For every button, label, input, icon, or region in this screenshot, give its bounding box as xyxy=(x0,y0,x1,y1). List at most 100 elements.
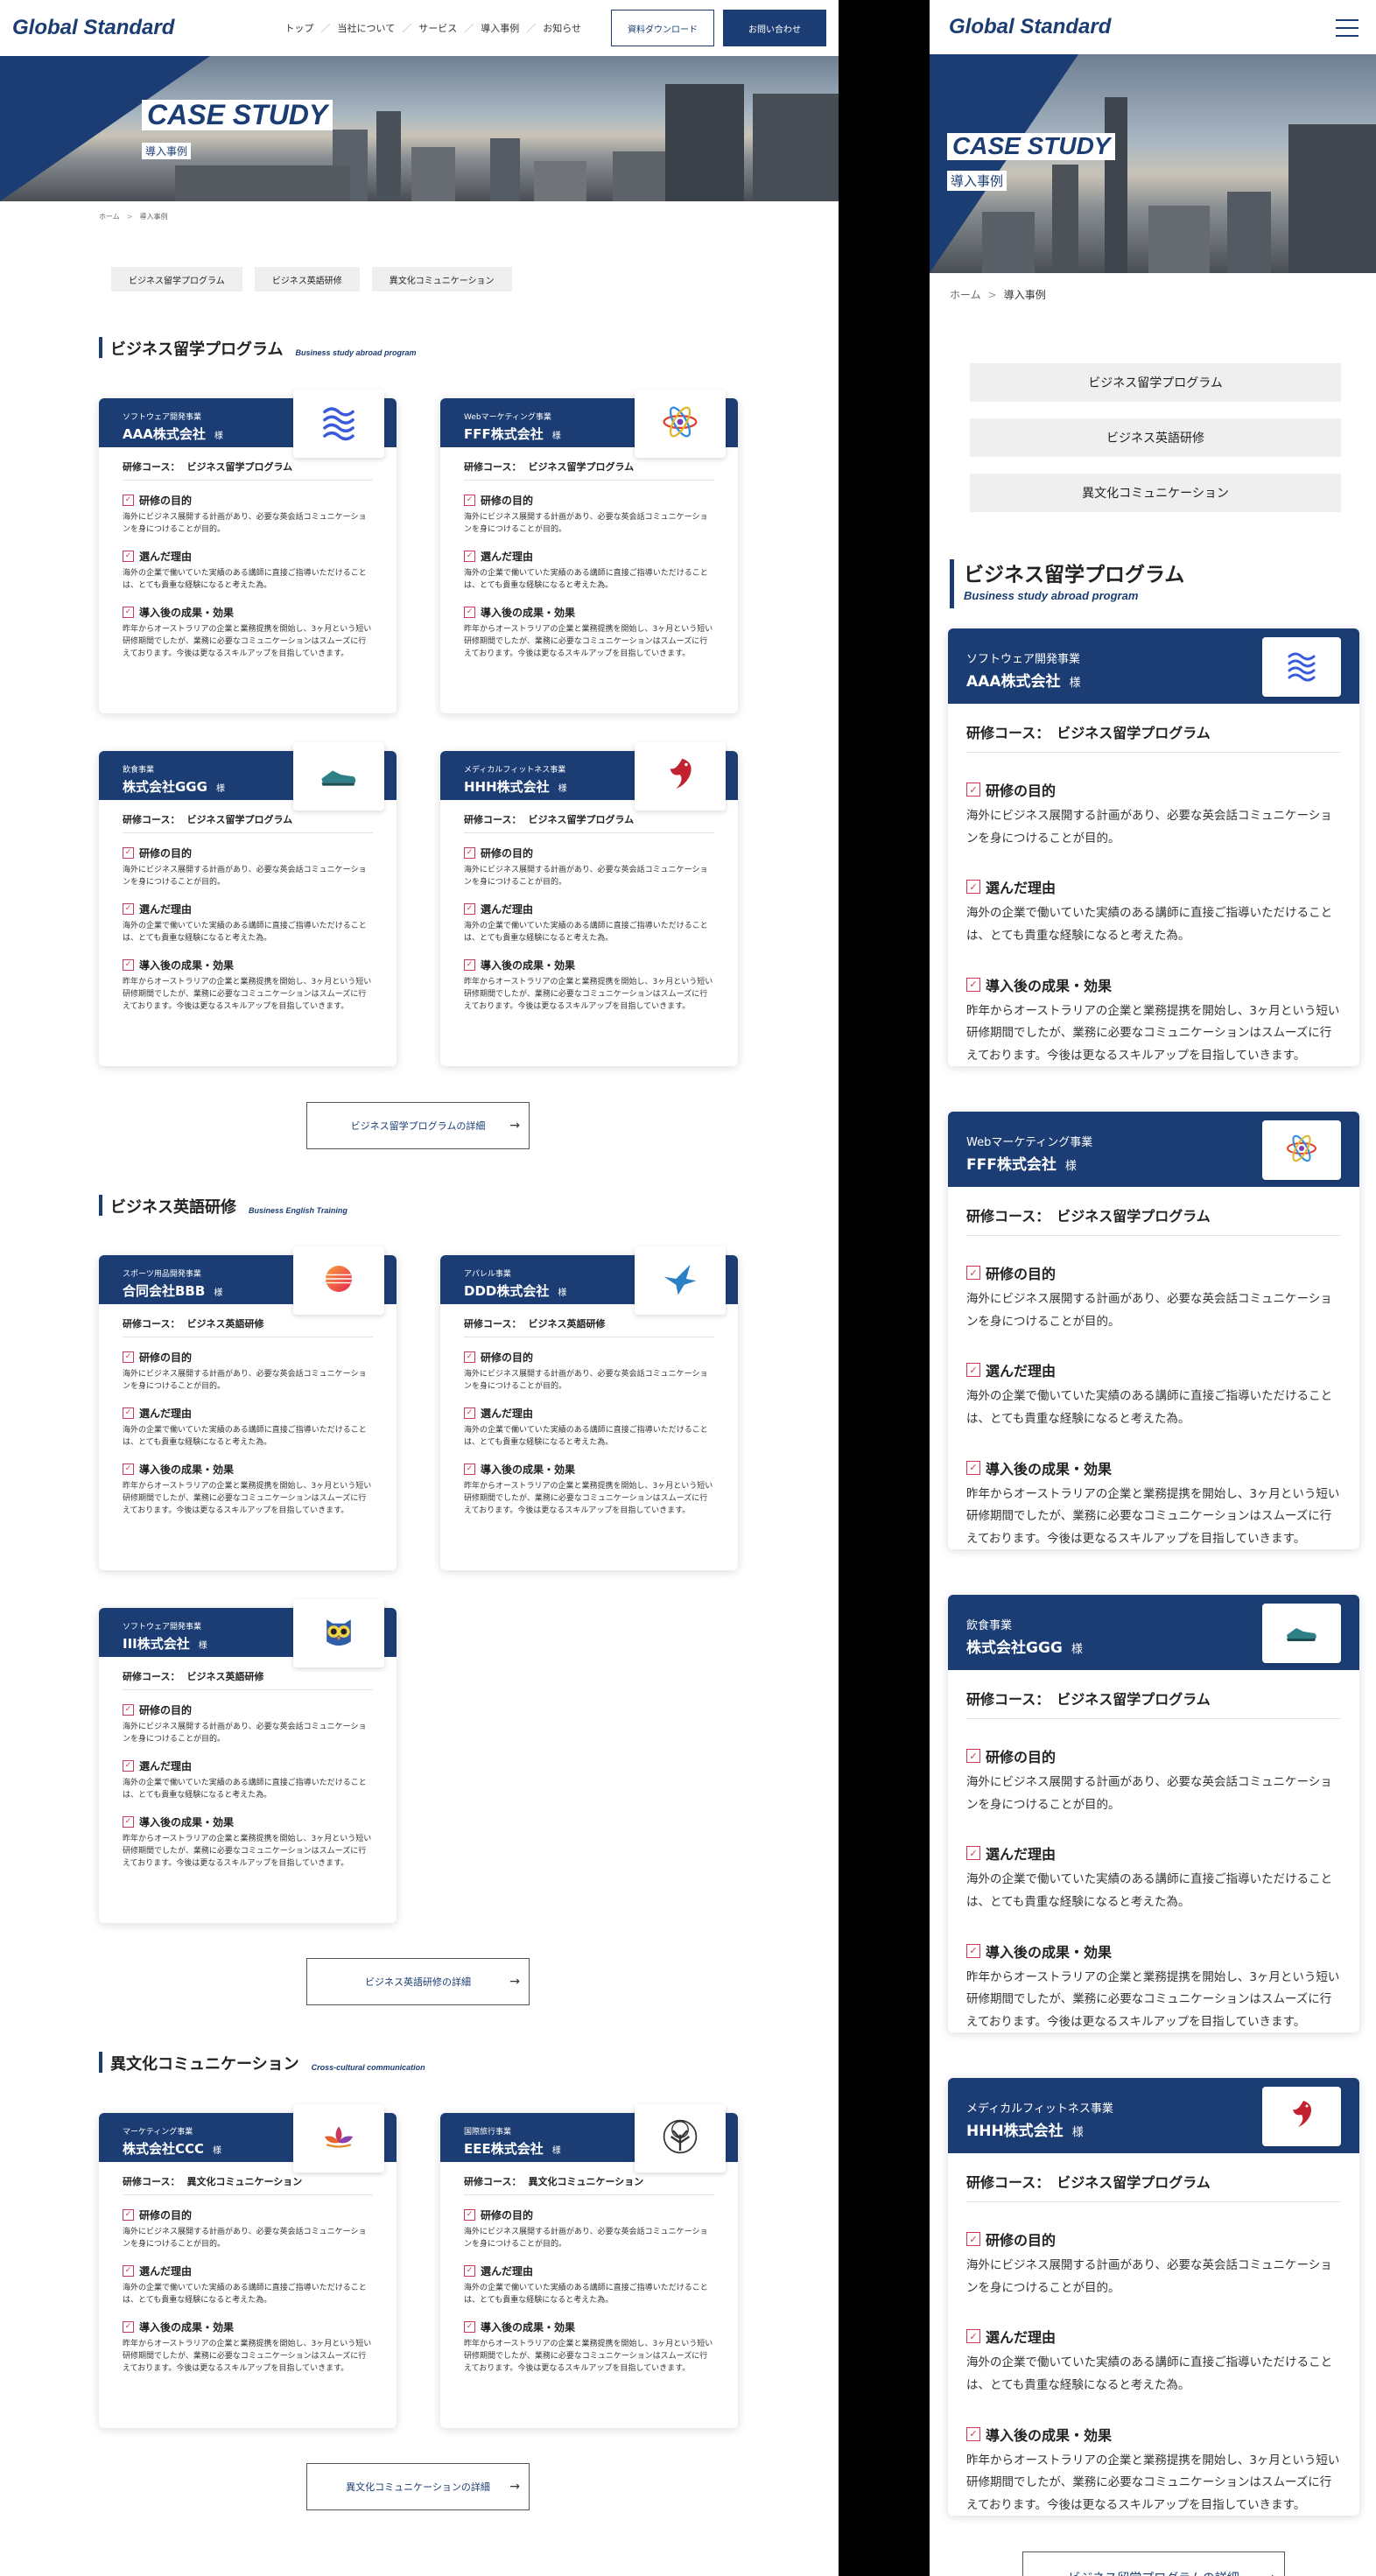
case-card[interactable]: 飲食事業 株式会社GGG 様 研修コース： ビジネス留学プログラム ✓ 研修の目的 海… xyxy=(99,742,397,1066)
checkbox-icon: ✓ xyxy=(123,550,134,562)
card-honorific: 様 xyxy=(198,1641,207,1651)
reason-label: 選んだ理由 xyxy=(986,880,1057,897)
case-card[interactable]: ソフトウェア開発事業 AAA株式会社様 研修コース： ビジネス留学プログラム ✓ 研… xyxy=(948,628,1359,1066)
case-card[interactable]: ソフトウェア開発事業 III株式会社様 研修コース： ビジネス英語研修 ✓ 研修の目… xyxy=(99,1599,397,1923)
result-heading: ✓ 導入後の成果・効果 xyxy=(123,958,373,972)
case-card[interactable]: 国際旅行事業 EEE株式会社様 研修コース： 異文化コミュニケーション ✓ 研修の目… xyxy=(440,2104,738,2428)
checkbox-icon: ✓ xyxy=(966,1363,980,1378)
course-name: ビジネス留学プログラム xyxy=(528,461,635,473)
course-name: ビジネス留学プログラム xyxy=(186,814,293,825)
case-card[interactable]: Webマーケティング事業 FFF株式会社様 研修コース： ビジネス留学プログラム … xyxy=(440,390,738,713)
purpose-heading: ✓ 研修の目的 xyxy=(123,846,373,860)
card-body: 研修コース： ビジネス英語研修 ✓ 研修の目的 海外にビジネス展開する計画があり、必… xyxy=(99,1657,397,1871)
checkbox-icon: ✓ xyxy=(966,783,980,797)
case-card[interactable]: アパレル事業 DDD株式会社様 研修コース： ビジネス英語研修 ✓ 研修の目的 海外… xyxy=(440,1246,738,1570)
course-name: ビジネス英語研修 xyxy=(186,1318,264,1330)
checkbox-icon: ✓ xyxy=(966,977,980,992)
reason-heading: ✓ 選んだ理由 xyxy=(464,549,714,564)
section-detail-button[interactable]: 異文化コミュニケーションの詳細 → xyxy=(306,2463,530,2510)
card-honorific: 様 xyxy=(1069,677,1081,690)
result-heading: ✓ 導入後の成果・効果 xyxy=(464,1462,714,1477)
checkbox-icon: ✓ xyxy=(464,2209,475,2221)
purpose-label: 研修の目的 xyxy=(139,1351,193,1364)
course-label: 研修コース： xyxy=(123,1671,180,1682)
section-heading: ビジネス英語研修 Business English Training xyxy=(99,1195,348,1218)
reason-text: 海外の企業で働いていた実績のある講師に直接ご指導いただけることは、とても貴重な経… xyxy=(123,1778,367,1800)
dragon-logo-icon xyxy=(660,755,700,798)
case-card[interactable]: Webマーケティング事業 FFF株式会社様 研修コース： ビジネス留学プログラム … xyxy=(948,1112,1359,1549)
case-card[interactable]: ソフトウェア開発事業 AAA株式会社様 研修コース： ビジネス留学プログラム ✓ 研… xyxy=(99,390,397,713)
purpose-text: 海外にビジネス展開する計画があり、必要な英会話コミュニケーションを身につけること… xyxy=(123,1370,367,1392)
result-heading: ✓ 導入後の成果・効果 xyxy=(123,1462,373,1477)
result-text: 昨年からオーストラリアの企業と業務提携を開始し、3ヶ月という短い研修期間でしたが… xyxy=(123,1481,372,1516)
checkbox-icon: ✓ xyxy=(123,2209,134,2221)
card-honorific: 様 xyxy=(558,784,567,794)
card-company: AAA株式会社 xyxy=(966,673,1061,691)
card-company: 株式会社CCC xyxy=(123,2141,205,2157)
checkbox-icon: ✓ xyxy=(123,1351,134,1363)
case-card[interactable]: マーケティング事業 株式会社CCC 様 研修コース： 異文化コミュニケーション ✓ 研… xyxy=(99,2104,397,2428)
reason-label: 選んだ理由 xyxy=(139,2264,193,2278)
case-card[interactable]: スポーツ用品開発事業 合同会社BBB 様 研修コース： ビジネス英語研修 ✓ 研修の目… xyxy=(99,1246,397,1570)
purpose-label: 研修の目的 xyxy=(139,495,193,507)
case-card[interactable]: 飲食事業 株式会社GGG 様 研修コース： ビジネス留学プログラム ✓ 研修の目的 海… xyxy=(948,1595,1359,2032)
purpose-heading: ✓ 研修の目的 xyxy=(464,493,714,508)
reason-text: 海外の企業で働いていた実績のある講師に直接ご指導いただけることは、とても貴重な経… xyxy=(464,1425,708,1448)
purpose-text: 海外にビジネス展開する計画があり、必要な英会話コミュニケーションを身につけること… xyxy=(464,1370,708,1392)
reason-heading: ✓ 選んだ理由 xyxy=(966,876,1341,897)
reason-label: 選んだ理由 xyxy=(481,902,534,916)
shoe-logo-icon xyxy=(1284,1614,1319,1653)
checkbox-icon: ✓ xyxy=(464,1407,475,1419)
checkbox-icon: ✓ xyxy=(966,2426,980,2441)
reason-label: 選んだ理由 xyxy=(139,1407,193,1420)
reason-label: 選んだ理由 xyxy=(986,1363,1057,1380)
card-header: ソフトウェア開発事業 AAA株式会社様 xyxy=(99,390,397,458)
purpose-text: 海外にビジネス展開する計画があり、必要な英会話コミュニケーションを身につけること… xyxy=(123,513,367,535)
purpose-heading: ✓ 研修の目的 xyxy=(464,1350,714,1365)
reason-text: 海外の企業で働いていた実績のある講師に直接ご指導いただけることは、とても貴重な経… xyxy=(464,921,708,944)
purpose-heading: ✓ 研修の目的 xyxy=(966,779,1341,800)
card-header: メディカルフィットネス事業 HHH株式会社様 xyxy=(440,742,738,811)
result-heading: ✓ 導入後の成果・効果 xyxy=(966,2424,1341,2445)
checkbox-icon: ✓ xyxy=(464,902,475,915)
case-card[interactable]: メディカルフィットネス事業 HHH株式会社様 研修コース： ビジネス留学プログラム… xyxy=(948,2078,1359,2516)
result-heading: ✓ 導入後の成果・効果 xyxy=(123,1814,373,1829)
card-honorific: 様 xyxy=(551,432,561,441)
checkbox-icon: ✓ xyxy=(464,550,475,562)
section-detail-button[interactable]: ビジネス留学プログラムの詳細 → xyxy=(1022,2551,1285,2576)
card-company: EEE株式会社 xyxy=(464,2141,544,2157)
lotus-logo-icon xyxy=(319,2116,359,2160)
course-name: ビジネス留学プログラム xyxy=(528,814,635,825)
checkbox-icon: ✓ xyxy=(966,1266,980,1280)
course-name: ビジネス留学プログラム xyxy=(1057,1208,1211,1225)
purpose-text: 海外にビジネス展開する計画があり、必要な英会話コミュニケーションを身につけること… xyxy=(123,1723,367,1744)
section-heading: ビジネス留学プログラム Business study abroad progra… xyxy=(99,337,417,360)
mobile-view: Global Standard CASE STUDY 導入事例 ホーム > 導入… xyxy=(930,0,1376,2576)
section-detail-button[interactable]: ビジネス英語研修の詳細 → xyxy=(306,1958,530,2005)
arrow-right-icon: → xyxy=(509,1119,520,1133)
section-detail-button[interactable]: ビジネス留学プログラムの詳細 → xyxy=(306,1102,530,1149)
checkbox-icon: ✓ xyxy=(123,1815,134,1828)
owl-logo-icon xyxy=(319,1611,359,1655)
checkbox-icon: ✓ xyxy=(966,880,980,895)
arrow-right-icon: → xyxy=(509,2480,520,2494)
purpose-text: 海外にビジネス展開する計画があり、必要な英会話コミュニケーションを身につけること… xyxy=(966,1775,1332,1812)
case-section: ビジネス留学プログラム Business study abroad progra… xyxy=(930,0,1376,2576)
reason-text: 海外の企業で働いていた実績のある講師に直接ご指導いただけることは、とても貴重な経… xyxy=(123,2283,367,2306)
purpose-heading: ✓ 研修の目的 xyxy=(464,846,714,860)
checkbox-icon: ✓ xyxy=(123,2264,134,2277)
reason-label: 選んだ理由 xyxy=(481,1407,534,1420)
card-body: 研修コース： 異文化コミュニケーション ✓ 研修の目的 海外にビジネス展開する計画が… xyxy=(440,2162,738,2376)
course-row: 研修コース： ビジネス留学プログラム xyxy=(966,704,1341,753)
card-body: 研修コース： ビジネス英語研修 ✓ 研修の目的 海外にビジネス展開する計画があり、必… xyxy=(99,1304,397,1518)
company-logo xyxy=(293,742,384,811)
case-card[interactable]: メディカルフィットネス事業 HHH株式会社様 研修コース： ビジネス留学プログラム… xyxy=(440,742,738,1066)
waves-logo-icon xyxy=(319,402,359,446)
company-logo xyxy=(293,2104,384,2172)
arrow-right-icon: → xyxy=(509,1975,520,1989)
purpose-text: 海外にビジネス展開する計画があり、必要な英会話コミュニケーションを身につけること… xyxy=(464,513,708,535)
card-body: 研修コース： 異文化コミュニケーション ✓ 研修の目的 海外にビジネス展開する計画が… xyxy=(99,2162,397,2376)
reason-label: 選んだ理由 xyxy=(481,550,534,563)
company-logo xyxy=(635,390,726,458)
purpose-text: 海外にビジネス展開する計画があり、必要な英会話コミュニケーションを身につけること… xyxy=(966,809,1332,846)
